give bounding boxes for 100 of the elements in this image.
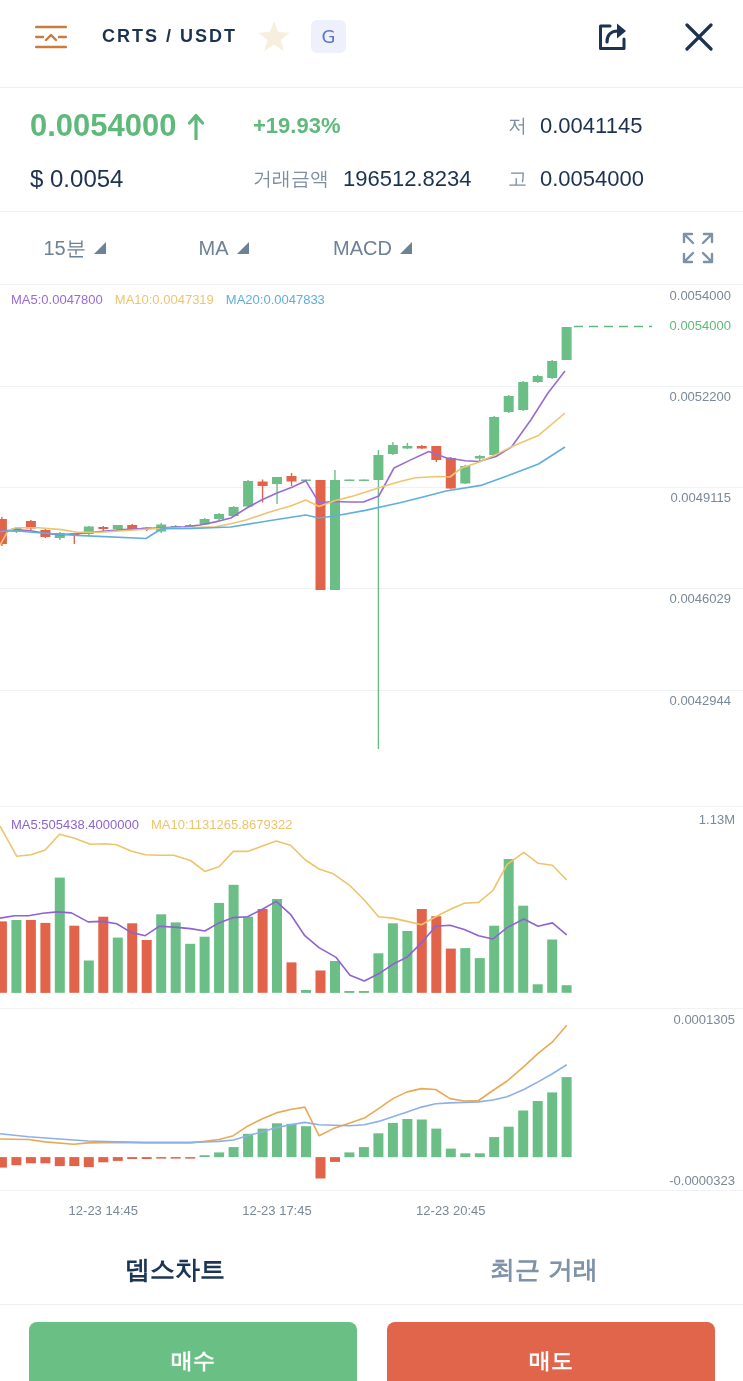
volume-bar [373, 953, 384, 993]
candlestick [25, 519, 36, 531]
candlestick [416, 444, 427, 450]
macd-bar [228, 1147, 239, 1158]
volume-bar [387, 923, 398, 993]
axis-label: 12-23 17:45 [242, 1203, 312, 1218]
dropdown-button[interactable]: MACD [298, 236, 447, 260]
volume-bar [301, 990, 311, 993]
candlestick [257, 478, 268, 504]
macd-bar [416, 1119, 427, 1158]
candlestick [301, 478, 311, 482]
axis-label: 0.0054000 [669, 288, 731, 303]
price-change: +19.93% [253, 113, 341, 139]
caret-icon [93, 242, 106, 254]
buy-button[interactable]: 매수 [29, 1322, 357, 1381]
macd-bar [387, 1122, 398, 1158]
candlestick [214, 512, 225, 521]
candlestick [243, 479, 254, 508]
expand-icon[interactable] [682, 232, 714, 264]
macd-bar [243, 1133, 254, 1158]
stat-value: 0.0041145 [540, 113, 643, 139]
macd-bar [445, 1148, 456, 1158]
last-price-label: 0.0054000 [669, 318, 731, 333]
candlestick [503, 394, 514, 414]
candlestick [0, 516, 7, 547]
close-icon[interactable] [685, 22, 713, 51]
volume-bar [69, 925, 80, 993]
legend-label: MA20:0.0047833 [225, 292, 325, 308]
volume-bar [489, 925, 500, 993]
macd-bar [257, 1128, 268, 1158]
macd-bar [25, 1157, 36, 1164]
macd-bar [286, 1123, 297, 1158]
macd-bar [474, 1153, 485, 1158]
axis-label: -0.0000323 [669, 1173, 735, 1188]
macd-bar [547, 1092, 558, 1158]
dropdown-button[interactable]: 15분 [0, 234, 149, 262]
macd-bar [315, 1157, 326, 1179]
macd-bar [199, 1155, 210, 1158]
legend-label: MA10:0.0047319 [114, 292, 214, 308]
star-icon[interactable] [257, 21, 291, 52]
tab[interactable]: 최근 거래 [483, 1249, 605, 1290]
volume-bar [315, 970, 326, 993]
share-icon[interactable] [597, 21, 627, 52]
macd-bar [358, 1147, 369, 1158]
macd-bar [330, 1157, 340, 1162]
stat-label: 거래금액 [253, 166, 329, 191]
candlestick [561, 326, 572, 361]
volume-bar [460, 948, 471, 993]
macd-bar [54, 1157, 65, 1167]
candlestick [127, 523, 138, 531]
axis-label: 0.0046029 [669, 591, 731, 606]
volume-bar [185, 943, 196, 993]
volume-bar [547, 939, 558, 993]
volume-bar [402, 931, 413, 993]
candlestick [387, 441, 398, 456]
candlestick [358, 478, 369, 482]
candlestick [489, 415, 500, 457]
tab[interactable]: 뎁스차트 [119, 1249, 231, 1290]
macd-bar [460, 1153, 471, 1158]
candlestick [532, 374, 543, 384]
candlestick [83, 525, 94, 536]
volume-bar [127, 923, 138, 993]
macd-bar [344, 1152, 355, 1158]
legend-label: MA10:1131265.8679322 [150, 817, 293, 833]
sell-button[interactable]: 매도 [387, 1322, 715, 1381]
stat-value: 196512.8234 [343, 166, 472, 192]
candlestick [40, 528, 51, 539]
candlestick [431, 445, 442, 463]
volume-bar [141, 940, 152, 993]
candlestick [228, 505, 239, 517]
macd-bar [83, 1157, 94, 1168]
candlestick [344, 478, 355, 482]
label-badge: G [311, 20, 346, 53]
legend-label: MA5:0.0047800 [11, 292, 103, 308]
macd-bar [402, 1119, 413, 1158]
candlestick [112, 524, 123, 531]
volume-bar [286, 962, 297, 993]
stat-label: 저 [508, 113, 527, 138]
stat-value: 0.0054000 [540, 166, 644, 192]
macd-bar [69, 1157, 80, 1167]
macd-bar [272, 1123, 282, 1158]
volume-bar [199, 936, 210, 993]
macd-bar [431, 1128, 442, 1158]
legend-label: MA5:505438.4000000 [11, 817, 139, 833]
volume-bar [330, 961, 340, 993]
axis-label: 1.13M [698, 812, 735, 827]
last-price: 0.0054000 [30, 108, 177, 144]
candlestick [445, 456, 456, 490]
candlestick [199, 517, 210, 526]
axis-label: 0.0001305 [673, 1012, 735, 1027]
caret-icon [399, 242, 412, 254]
candlestick [460, 464, 471, 485]
volume-bar [0, 921, 7, 993]
volume-bar [445, 948, 456, 993]
macd-bar [112, 1157, 123, 1161]
macd-bar [532, 1101, 543, 1158]
macd-bar [11, 1157, 22, 1166]
menu-icon[interactable] [35, 24, 67, 49]
axis-label: 0.0042944 [669, 693, 731, 708]
dropdown-button[interactable]: MA [149, 236, 298, 260]
